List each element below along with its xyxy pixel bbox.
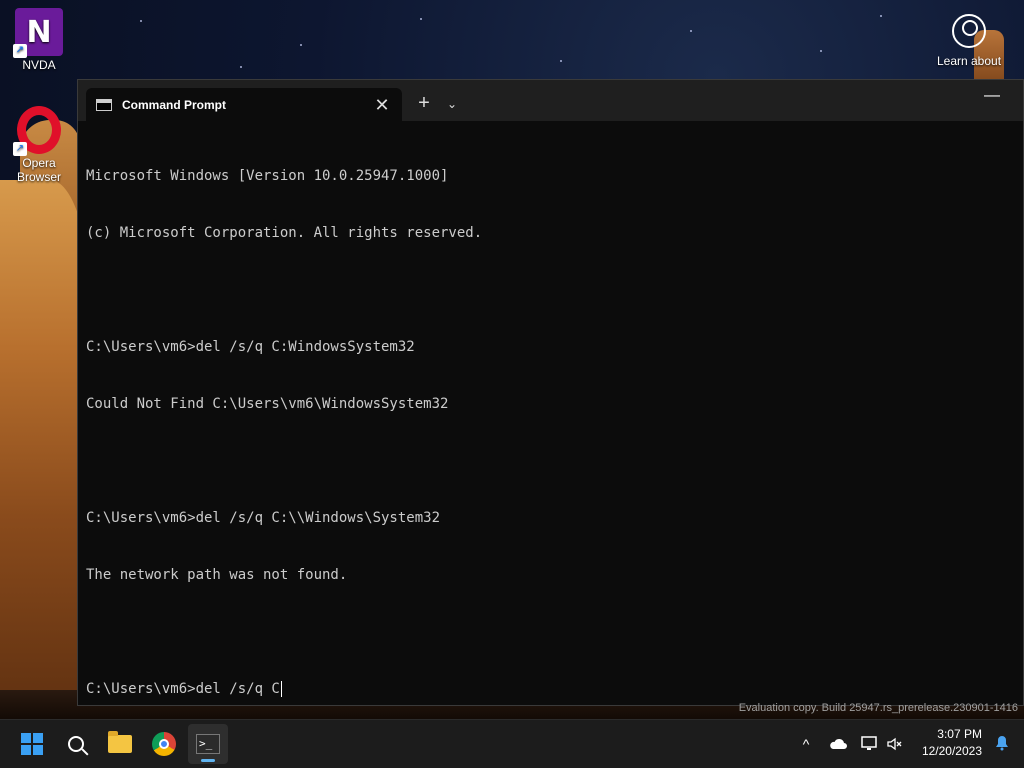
console-line: Could Not Find C:\Users\vm6\WindowsSyste… <box>86 396 449 412</box>
cloud-icon <box>830 738 847 749</box>
clock[interactable]: 3:07 PM 12/20/2023 <box>922 726 982 760</box>
console-prompt-line[interactable]: C:\Users\vm6>del /s/q C <box>86 680 1023 699</box>
terminal-taskbar-button[interactable]: >_ <box>188 724 228 764</box>
cmd-icon <box>96 98 112 111</box>
star <box>240 66 242 68</box>
new-tab-button[interactable]: + <box>410 92 438 116</box>
desktop-icon-opera[interactable]: ↗ Opera Browser <box>4 106 74 184</box>
tab-dropdown-button[interactable]: ⌄ <box>440 92 464 116</box>
desktop-icon-label: Learn about <box>936 54 1002 68</box>
terminal-icon: >_ <box>196 734 220 754</box>
console-line: The network path was not found. <box>86 567 348 583</box>
show-hidden-icons-button[interactable]: ^ <box>794 720 818 768</box>
console-line: C:\Users\vm6>del /s/q C:WindowsSystem32 <box>86 339 415 355</box>
chrome-icon <box>152 732 176 756</box>
tab-title: Command Prompt <box>122 97 227 112</box>
folder-icon <box>108 731 132 753</box>
console-output[interactable]: Microsoft Windows [Version 10.0.25947.10… <box>78 121 1023 699</box>
star <box>140 20 142 22</box>
desktop-icon-learn-about[interactable]: Learn about <box>934 10 1004 68</box>
file-explorer-button[interactable] <box>100 724 140 764</box>
chevron-up-icon: ^ <box>802 736 810 752</box>
clock-date: 12/20/2023 <box>921 744 982 758</box>
minimize-button[interactable]: — <box>977 88 1007 108</box>
chrome-button[interactable] <box>144 724 184 764</box>
console-line: Microsoft Windows [Version 10.0.25947.10… <box>86 168 449 184</box>
windows-logo-icon <box>21 733 43 755</box>
star <box>690 30 692 32</box>
shortcut-arrow-icon: ↗ <box>13 142 27 156</box>
learn-about-icon <box>952 14 986 48</box>
bell-icon <box>996 736 1008 751</box>
star <box>300 44 302 46</box>
console-line: (c) Microsoft Corporation. All rights re… <box>86 225 483 241</box>
volume-tray-button[interactable] <box>884 720 906 768</box>
shortcut-arrow-icon: ↗ <box>13 44 27 58</box>
star <box>820 50 822 52</box>
network-icon <box>861 736 877 750</box>
desktop-icon-label: Opera Browser <box>16 156 61 184</box>
active-indicator <box>201 759 215 762</box>
taskbar: >_ ^ 3:07 PM 12/20/2023 <box>0 719 1024 768</box>
onedrive-tray-button[interactable] <box>826 720 850 768</box>
star <box>560 60 562 62</box>
console-line: C:\Users\vm6>del /s/q C:\\Windows\System… <box>86 510 441 526</box>
text-cursor <box>280 681 282 697</box>
search-icon <box>68 736 84 752</box>
tab-command-prompt[interactable]: Command Prompt ✕ <box>86 88 402 121</box>
notifications-button[interactable] <box>994 735 1010 751</box>
network-tray-button[interactable] <box>858 720 882 768</box>
start-button[interactable] <box>12 724 52 764</box>
star <box>420 18 422 20</box>
evaluation-watermark: Evaluation copy. Build 25947.rs_prerelea… <box>738 702 1018 714</box>
volume-muted-icon <box>887 737 902 751</box>
opera-icon: ↗ <box>13 106 63 156</box>
nvda-icon: N ↗ <box>13 8 63 58</box>
star <box>880 15 882 17</box>
console-input[interactable]: C:\Users\vm6>del /s/q C <box>86 681 280 697</box>
desktop-icon-label: NVDA <box>22 58 56 72</box>
search-button[interactable] <box>56 724 96 764</box>
desktop-icon-nvda[interactable]: N ↗ NVDA <box>4 8 74 72</box>
clock-time: 3:07 PM <box>937 727 982 741</box>
terminal-window[interactable]: Command Prompt ✕ + ⌄ — Microsoft Windows… <box>77 79 1024 706</box>
title-bar[interactable]: Command Prompt ✕ + ⌄ — <box>78 80 1023 121</box>
tab-close-button[interactable]: ✕ <box>368 91 396 119</box>
